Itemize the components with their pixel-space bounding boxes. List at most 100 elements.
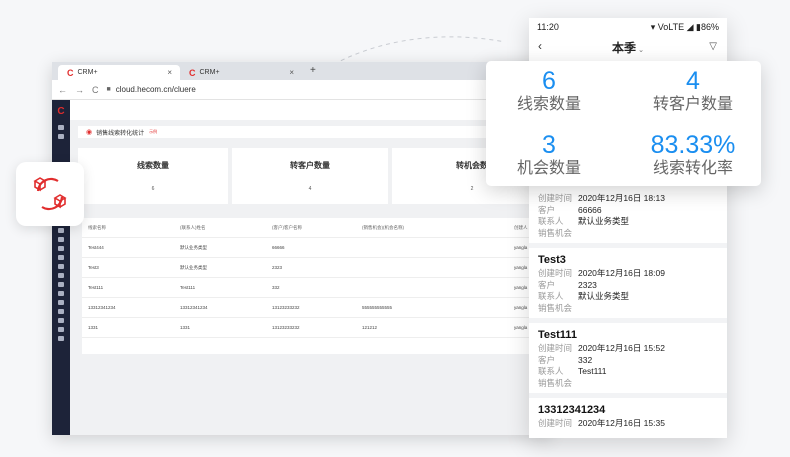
content-top-strip: [70, 100, 550, 120]
nav-icon[interactable]: [58, 282, 64, 287]
nav-icon[interactable]: [58, 327, 64, 332]
table-cell: yangla: [514, 325, 528, 330]
stat-card-leads[interactable]: 线索数量 6: [78, 148, 228, 204]
stat-card-customers[interactable]: 转客户数量 4: [232, 148, 388, 204]
tab-crm-1[interactable]: C CRM+ ×: [58, 65, 180, 80]
metric-label: 线索转化率: [652, 160, 733, 177]
field-value: 332: [578, 354, 593, 365]
report-title: 销售线索转化统计: [96, 130, 145, 137]
table-header-row: 线索名称 (联系人)姓名 (客户)客户名称 (销售机会)(机会名称) 创建人: [82, 218, 550, 238]
table-cell: 332: [272, 285, 280, 290]
field-label: 销售机会: [538, 377, 573, 388]
metric-customers: 4 转客户数量: [638, 67, 748, 115]
column-header[interactable]: 线索名称: [88, 225, 106, 231]
tab-crm-2[interactable]: C CRM+ ×: [180, 65, 302, 80]
table-row[interactable]: 1331 1331 13123233232 121212 yangla: [82, 318, 550, 338]
list-item[interactable]: 13312341234 创建时间 2020年12月16日 15:35: [529, 398, 727, 430]
new-tab-button[interactable]: +: [310, 65, 316, 76]
field-label: 创建时间: [538, 193, 573, 203]
lead-name: Test3: [538, 254, 566, 266]
nav-icon[interactable]: [58, 237, 64, 242]
stat-value: 6: [151, 186, 155, 192]
sync-badge: [16, 162, 84, 226]
nav-icon[interactable]: [58, 246, 64, 251]
nav-icon[interactable]: [58, 255, 64, 260]
chevron-down-icon: ⌄: [638, 47, 644, 54]
table-cell: 2323: [272, 265, 283, 270]
field-label: 客户: [538, 354, 556, 365]
table-cell: 13123233232: [272, 325, 300, 330]
nav-icon[interactable]: [58, 300, 64, 305]
field-label: 联系人: [538, 291, 564, 301]
list-item[interactable]: 创建时间 2020年12月16日 18:13 客户 66666 联系人 默认业务类型 …: [529, 193, 727, 248]
column-header[interactable]: (客户)客户名称: [272, 225, 302, 231]
table-cell: 13312341234: [88, 305, 116, 310]
back-button[interactable]: ←: [58, 85, 67, 95]
table-row[interactable]: 13312341234 13312341234 13123233232 5555…: [82, 298, 550, 318]
forward-button[interactable]: →: [75, 85, 84, 95]
collapse-icon[interactable]: [58, 125, 64, 130]
search-icon[interactable]: [58, 134, 64, 139]
table-cell: yangla: [514, 245, 528, 250]
url-field[interactable]: cloud.hecom.cn/cluere: [116, 85, 196, 94]
table-cell: yangla: [514, 265, 528, 270]
field-label: 创建时间: [538, 418, 573, 428]
field-label: 创建时间: [538, 268, 573, 278]
tab-bar: C CRM+ × C CRM+ × +: [52, 62, 550, 80]
reload-button[interactable]: C: [92, 85, 99, 95]
metric-label: 转客户数量: [652, 96, 733, 113]
table-cell: 13312341234: [180, 305, 208, 310]
status-icons: ▾ VoLTE ◢ ▮86%: [650, 22, 719, 32]
field-value: Test111: [578, 366, 607, 376]
table-row[interactable]: Test444 默认业务类型 66666 yangla: [82, 238, 550, 258]
sync-cube-icon: [33, 177, 67, 211]
period-selector[interactable]: 本季 ⌄: [529, 39, 727, 56]
metric-value: 6: [542, 67, 556, 95]
column-header[interactable]: 创建人: [514, 225, 528, 231]
column-header[interactable]: (销售机会)(机会名称): [362, 225, 404, 231]
filter-icon[interactable]: ▽: [709, 41, 717, 52]
table-row[interactable]: Test3 默认业务类型 2323 yangla: [82, 258, 550, 278]
table-cell: 1331: [180, 325, 191, 330]
status-bar: 11:20 ▾ VoLTE ◢ ▮86%: [537, 22, 719, 33]
stat-label: 线索数量: [137, 161, 169, 170]
table-cell: Test111: [88, 285, 104, 290]
metric-value: 4: [686, 67, 700, 95]
crm-sidebar-logo: C: [57, 106, 65, 117]
field-label: 销售机会: [538, 302, 573, 313]
lock-icon: ■: [106, 86, 111, 93]
lead-list: 创建时间 2020年12月16日 18:13 客户 66666 联系人 默认业务类型 …: [529, 193, 727, 430]
crm-sidebar: C: [52, 100, 70, 435]
close-icon[interactable]: ×: [167, 68, 172, 77]
table-cell: 13123233232: [272, 305, 300, 310]
nav-icon[interactable]: [58, 309, 64, 314]
tab-label: CRM+: [77, 69, 98, 76]
field-label: 客户: [538, 279, 556, 290]
lead-name: 13312341234: [538, 404, 606, 416]
crm-logo-icon: C: [189, 67, 196, 78]
table-row[interactable]: Test111 Test111 332 yangla: [82, 278, 550, 298]
table-cell: 66666: [272, 245, 285, 250]
browser-window: C CRM+ × C CRM+ × + ← → C ■ cloud.hecom.…: [52, 62, 550, 435]
nav-icon[interactable]: [58, 318, 64, 323]
nav-icon[interactable]: [58, 264, 64, 269]
table-cell: Test111: [180, 285, 196, 290]
field-value: 2020年12月16日 15:35: [578, 418, 665, 428]
close-icon[interactable]: ×: [289, 68, 294, 77]
table-cell: 555555555555: [362, 305, 393, 310]
nav-icon[interactable]: [58, 291, 64, 296]
list-item[interactable]: Test3 创建时间 2020年12月16日 18:09 客户 2323 联系人 默认…: [529, 248, 727, 323]
nav-icon[interactable]: [58, 273, 64, 278]
report-icon: ◉: [86, 129, 93, 136]
field-value: 2020年12月16日 18:09: [578, 268, 665, 278]
phone-nav: ‹ 本季 ⌄ ▽: [529, 38, 727, 60]
stat-value: 4: [308, 186, 312, 192]
column-header[interactable]: (联系人)姓名: [180, 225, 206, 231]
table-cell: yangla: [514, 305, 528, 310]
nav-icon[interactable]: [58, 228, 64, 233]
field-value: 默认业务类型: [578, 291, 630, 301]
report-header: ◉ 销售线索转化统计 示例: [78, 126, 550, 138]
crm-content: ◉ 销售线索转化统计 示例 线索数量 6 转客户数量 4 转机会数 2 线索名称…: [70, 100, 550, 435]
nav-icon[interactable]: [58, 336, 64, 341]
list-item[interactable]: Test111 创建时间 2020年12月16日 15:52 客户 332 联系人 T…: [529, 323, 727, 398]
